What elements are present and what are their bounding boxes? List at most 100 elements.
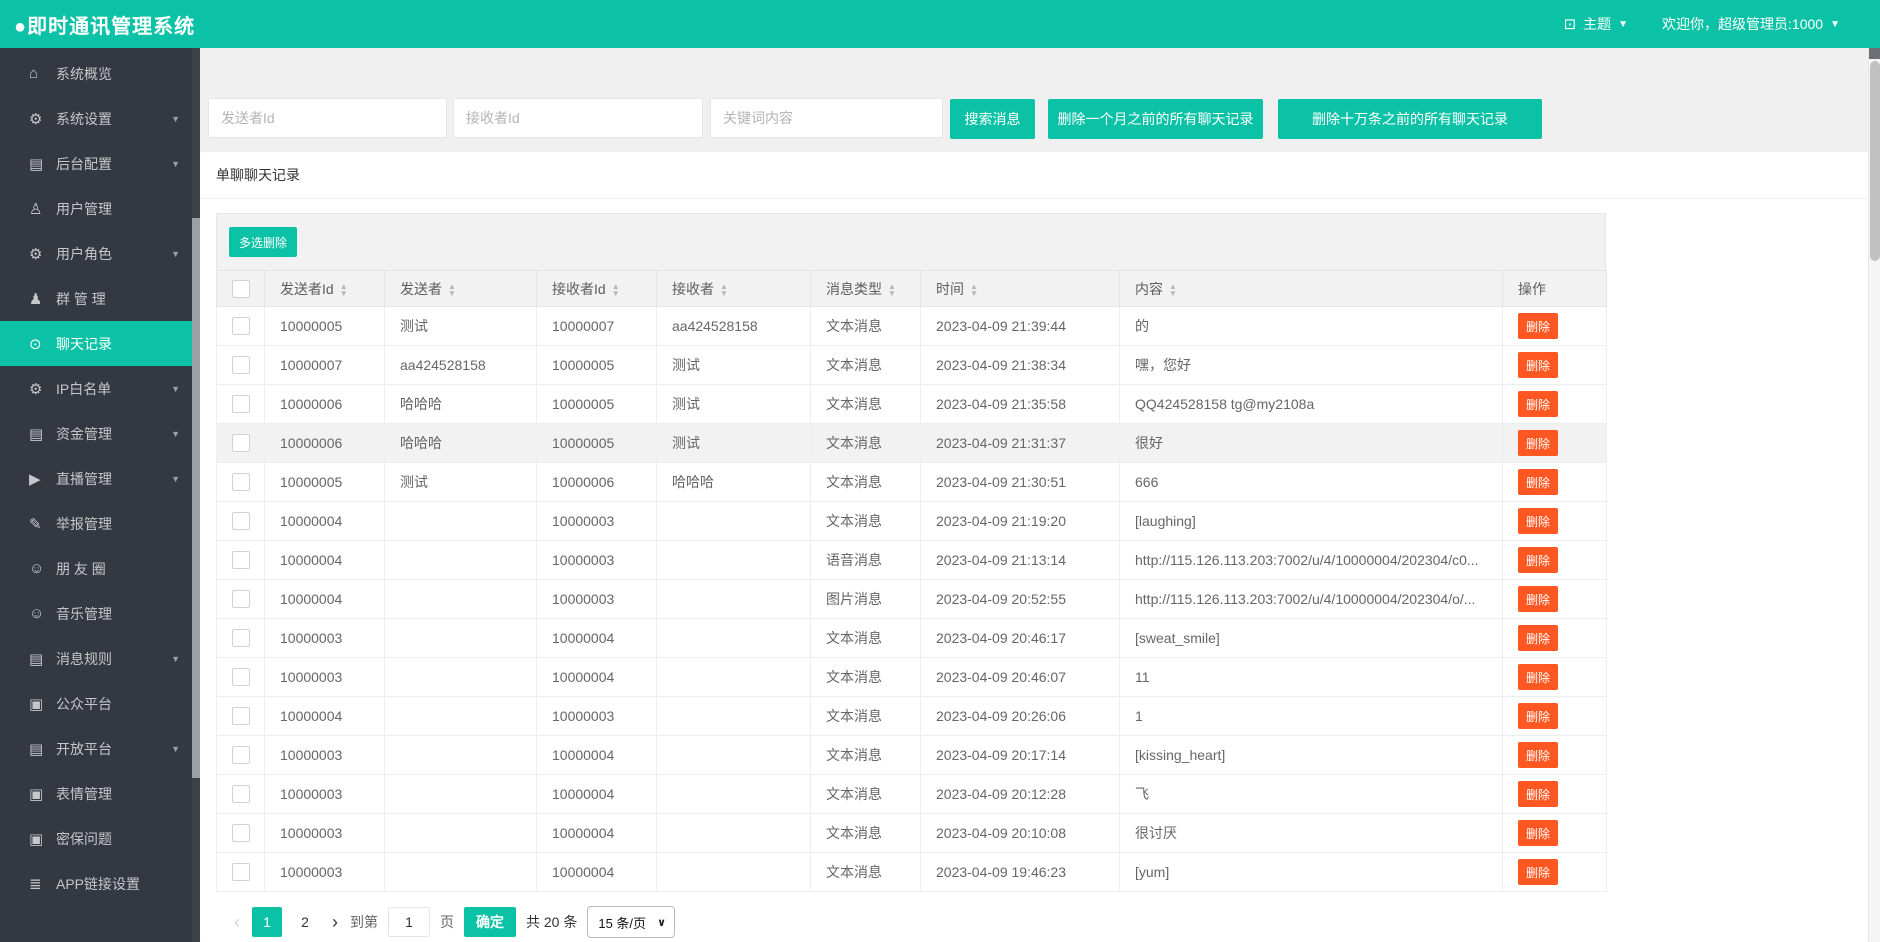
row-checkbox[interactable] xyxy=(232,785,250,803)
sidebar-item-link[interactable]: ▤资金管理▼ xyxy=(0,411,192,456)
table-row: 1000000410000003文本消息2023-04-09 20:26:061… xyxy=(217,697,1607,736)
sidebar-item-link[interactable]: ▤开放平台▼ xyxy=(0,726,192,771)
delete-row-button[interactable]: 删除 xyxy=(1518,313,1558,339)
confirm-page-button[interactable]: 确定 xyxy=(464,907,516,937)
cell-sender-id: 10000004 xyxy=(265,541,385,580)
row-checkbox[interactable] xyxy=(232,512,250,530)
sort-desc-icon: ▼ xyxy=(888,290,896,297)
keyword-input[interactable] xyxy=(710,98,943,138)
delete-row-button[interactable]: 删除 xyxy=(1518,391,1558,417)
cell-receiver-id: 10000004 xyxy=(537,658,657,697)
chat-records-table: 发送者Id▲▼发送者▲▼接收者Id▲▼接收者▲▼消息类型▲▼时间▲▼内容▲▼操作… xyxy=(216,270,1607,892)
row-checkbox[interactable] xyxy=(232,863,250,881)
page-number-input[interactable] xyxy=(388,907,430,937)
delete-month-old-button[interactable]: 删除一个月之前的所有聊天记录 xyxy=(1048,99,1263,139)
row-checkbox[interactable] xyxy=(232,551,250,569)
receiver-id-input[interactable] xyxy=(453,98,703,138)
delete-row-button[interactable]: 删除 xyxy=(1518,859,1558,885)
user-dropdown[interactable]: 欢迎你，超级管理员:1000 ▼ xyxy=(1662,14,1840,34)
sidebar-item-link[interactable]: ▣公众平台 xyxy=(0,681,192,726)
sidebar-item-active[interactable]: ⊙聊天记录 xyxy=(0,321,192,366)
sidebar-item-link[interactable]: ☺音乐管理 xyxy=(0,591,192,636)
row-checkbox[interactable] xyxy=(232,707,250,725)
page-number-button[interactable]: 2 xyxy=(290,907,320,937)
sort-icon[interactable]: ▲▼ xyxy=(612,283,620,297)
search-bar: 搜索消息 删除一个月之前的所有聊天记录 删除十万条之前的所有聊天记录 xyxy=(200,98,1868,138)
delete-row-button[interactable]: 删除 xyxy=(1518,352,1558,378)
column-header-label: 消息类型 xyxy=(826,281,882,297)
delete-row-button[interactable]: 删除 xyxy=(1518,781,1558,807)
sort-icon[interactable]: ▲▼ xyxy=(720,283,728,297)
sidebar-item-link[interactable]: ♟群 管 理 xyxy=(0,276,192,321)
sidebar-item-link[interactable]: ▶直播管理▼ xyxy=(0,456,192,501)
page-scrollbar-thumb[interactable] xyxy=(1870,61,1880,261)
next-page-button[interactable]: › xyxy=(330,907,340,937)
sidebar-item-link[interactable]: ♙用户管理 xyxy=(0,186,192,231)
row-checkbox[interactable] xyxy=(232,434,250,452)
row-checkbox[interactable] xyxy=(232,629,250,647)
sidebar-item-link[interactable]: ⚙用户角色▼ xyxy=(0,231,192,276)
cell-sender xyxy=(385,697,537,736)
sort-icon[interactable]: ▲▼ xyxy=(448,283,456,297)
page-size-select[interactable]: 15 条/页 ∨ xyxy=(587,906,675,938)
sidebar-item-link[interactable]: ⚙系统设置▼ xyxy=(0,96,192,141)
page-number-button[interactable]: 1 xyxy=(252,907,282,937)
row-checkbox[interactable] xyxy=(232,356,250,374)
cell-receiver-id: 10000004 xyxy=(537,814,657,853)
sidebar-item-link[interactable]: ▣密保问题 xyxy=(0,816,192,861)
sidebar-item-link[interactable]: ▣表情管理 xyxy=(0,771,192,816)
sidebar-item-link[interactable]: ☺朋 友 圈 xyxy=(0,546,192,591)
clipboard-icon: ▤ xyxy=(29,155,56,173)
search-messages-button[interactable]: 搜索消息 xyxy=(950,99,1035,139)
cell-time: 2023-04-09 21:39:44 xyxy=(921,307,1120,346)
sidebar-item-link[interactable]: ⌂系统概览 xyxy=(0,51,192,96)
prev-page-button[interactable]: ‹ xyxy=(232,907,242,937)
layers-icon: ≣ xyxy=(29,875,56,893)
delete-bulk-old-button[interactable]: 删除十万条之前的所有聊天记录 xyxy=(1278,99,1542,139)
delete-row-button[interactable]: 删除 xyxy=(1518,625,1558,651)
sidebar-item-label: 系统设置 xyxy=(56,109,112,129)
scrollbar-up-button[interactable] xyxy=(1869,48,1880,59)
sidebar-item-link[interactable]: ≣APP链接设置 xyxy=(0,861,192,906)
cell-sender-id: 10000005 xyxy=(265,307,385,346)
report-icon: ✎ xyxy=(29,515,56,533)
sender-id-input[interactable] xyxy=(208,98,447,138)
column-header-label: 内容 xyxy=(1135,281,1163,297)
row-checkbox[interactable] xyxy=(232,317,250,335)
delete-row-button[interactable]: 删除 xyxy=(1518,430,1558,456)
sidebar-item-link[interactable]: ▤消息规则▼ xyxy=(0,636,192,681)
sort-icon[interactable]: ▲▼ xyxy=(888,283,896,297)
delete-row-button[interactable]: 删除 xyxy=(1518,586,1558,612)
row-checkbox[interactable] xyxy=(232,824,250,842)
select-all-header-cell xyxy=(217,271,265,307)
delete-row-button[interactable]: 删除 xyxy=(1518,469,1558,495)
delete-row-button[interactable]: 删除 xyxy=(1518,703,1558,729)
column-header: 发送者Id▲▼ xyxy=(265,271,385,307)
sort-icon[interactable]: ▲▼ xyxy=(970,283,978,297)
sidebar-item-label: 密保问题 xyxy=(56,829,112,849)
delete-row-button[interactable]: 删除 xyxy=(1518,742,1558,768)
row-checkbox[interactable] xyxy=(232,746,250,764)
sidebar-scrollbar-thumb[interactable] xyxy=(192,218,200,778)
row-checkbox[interactable] xyxy=(232,395,250,413)
delete-row-button[interactable]: 删除 xyxy=(1518,547,1558,573)
cell-sender xyxy=(385,736,537,775)
delete-row-button[interactable]: 删除 xyxy=(1518,664,1558,690)
sort-icon[interactable]: ▲▼ xyxy=(340,283,348,297)
theme-dropdown[interactable]: ⊡ 主题 ▼ xyxy=(1564,14,1628,34)
cell-receiver xyxy=(657,853,811,892)
cell-receiver xyxy=(657,697,811,736)
delete-row-button[interactable]: 删除 xyxy=(1518,508,1558,534)
row-checkbox[interactable] xyxy=(232,668,250,686)
row-checkbox[interactable] xyxy=(232,473,250,491)
sidebar-item-link[interactable]: ⚙IP白名单▼ xyxy=(0,366,192,411)
cell-time: 2023-04-09 21:13:14 xyxy=(921,541,1120,580)
sort-icon[interactable]: ▲▼ xyxy=(1169,283,1177,297)
sidebar-item-link[interactable]: ▤后台配置▼ xyxy=(0,141,192,186)
row-checkbox[interactable] xyxy=(232,590,250,608)
select-all-checkbox[interactable] xyxy=(232,280,250,298)
sidebar-item-link[interactable]: ✎举报管理 xyxy=(0,501,192,546)
cell-content: 嘿，您好 xyxy=(1120,346,1503,385)
delete-row-button[interactable]: 删除 xyxy=(1518,820,1558,846)
multi-delete-button[interactable]: 多选删除 xyxy=(229,227,297,257)
